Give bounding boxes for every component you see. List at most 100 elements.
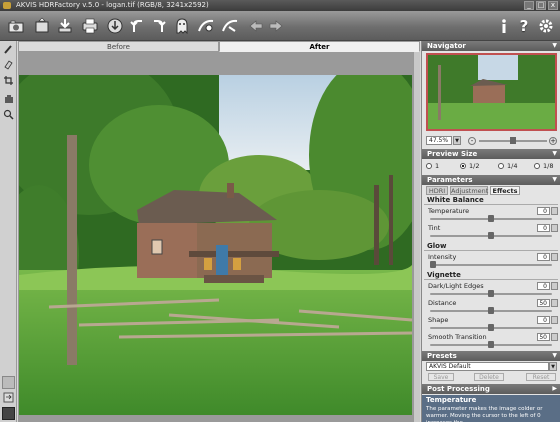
spinner-icon[interactable] <box>551 316 558 324</box>
param-value-field[interactable]: 0 <box>537 224 550 232</box>
spinner-icon[interactable] <box>551 224 558 232</box>
param-value-field[interactable]: 50 <box>537 299 550 307</box>
preview-size-label: 1/4 <box>507 162 518 170</box>
hint-title: Temperature <box>426 396 477 404</box>
collapse-arrow-icon: ▼ <box>552 176 557 183</box>
ghost-icon[interactable] <box>172 16 192 36</box>
process-icon[interactable] <box>220 16 240 36</box>
param-slider[interactable] <box>430 232 552 239</box>
zoom-dropdown-icon[interactable]: ▼ <box>453 136 461 145</box>
vertical-scrollbar[interactable] <box>413 52 420 422</box>
preview-size-header[interactable]: Preview Size ▼ <box>422 149 560 159</box>
foreground-color-icon[interactable] <box>2 407 15 420</box>
export-icon[interactable] <box>105 16 125 36</box>
slider-knob[interactable] <box>488 307 494 314</box>
radio-icon[interactable] <box>498 163 504 169</box>
radio-icon[interactable] <box>534 163 540 169</box>
param-slider[interactable] <box>430 341 552 348</box>
presets-header[interactable]: Presets ▼ <box>422 351 560 361</box>
download-icon[interactable] <box>55 16 75 36</box>
view-tabs: Before After <box>18 41 420 52</box>
slider-knob[interactable] <box>430 261 436 268</box>
zoom-in-icon[interactable]: + <box>549 137 557 145</box>
param-value-field[interactable]: 0 <box>537 253 550 261</box>
zoom-field[interactable]: 47.5% <box>426 136 452 145</box>
navigator-thumbnail[interactable] <box>428 55 555 129</box>
param-slider[interactable] <box>430 307 552 314</box>
spinner-icon[interactable] <box>551 299 558 307</box>
open-icon[interactable] <box>4 16 28 36</box>
settings-icon[interactable] <box>536 16 556 36</box>
spinner-icon[interactable] <box>551 253 558 261</box>
preview-size-option[interactable]: 1/4 <box>498 161 517 171</box>
tab-after[interactable]: After <box>219 41 420 52</box>
preset-delete-button[interactable]: Delete <box>474 373 504 381</box>
param-tab-adjustment[interactable]: Adjustment <box>450 186 488 195</box>
right-panel: Navigator ▼ 47.5% ▼ - + Preview Size ▼ 1 1/… <box>421 41 560 422</box>
preview-size-option[interactable]: 1 <box>426 161 439 171</box>
crop-icon[interactable] <box>2 74 15 87</box>
param-label: Tint <box>428 224 441 232</box>
eraser-icon[interactable] <box>2 58 15 71</box>
post-processing-header[interactable]: Post Processing ▶ <box>422 384 560 394</box>
spinner-icon[interactable] <box>551 207 558 215</box>
radio-icon[interactable] <box>426 163 432 169</box>
brush-icon[interactable] <box>2 43 15 56</box>
hand-icon[interactable] <box>2 92 15 105</box>
param-label: Temperature <box>428 207 470 215</box>
info-icon[interactable] <box>494 16 514 36</box>
swap-icon[interactable] <box>2 391 15 404</box>
title-bar: AKVIS HDRFactory v.5.0 - logan.tif (RGB/… <box>0 0 560 11</box>
spinner-icon[interactable] <box>551 333 558 341</box>
forward-icon[interactable] <box>266 16 286 36</box>
slider-knob[interactable] <box>488 341 494 348</box>
zoom-out-icon[interactable]: - <box>468 137 476 145</box>
slider-knob[interactable] <box>488 290 494 297</box>
radio-icon[interactable] <box>460 163 466 169</box>
maximize-button[interactable]: □ <box>536 1 546 10</box>
param-value-field[interactable]: 0 <box>537 207 550 215</box>
preset-dropdown-icon[interactable]: ▼ <box>549 362 557 371</box>
hdr-icon[interactable] <box>196 16 216 36</box>
redo-icon[interactable] <box>148 16 168 36</box>
param-value-field[interactable]: 0 <box>537 282 550 290</box>
help-icon[interactable]: ? <box>514 16 534 36</box>
save-icon[interactable] <box>32 16 52 36</box>
param-tab-effects[interactable]: Effects <box>490 186 520 195</box>
param-value-field[interactable]: 50 <box>537 333 550 341</box>
minimize-button[interactable]: _ <box>524 1 534 10</box>
param-slider[interactable] <box>430 324 552 331</box>
zoom-slider-knob[interactable] <box>510 137 516 144</box>
preset-select[interactable]: AKVIS Default <box>426 362 549 371</box>
zoom-icon[interactable] <box>2 108 15 121</box>
slider-knob[interactable] <box>488 232 494 239</box>
param-label: Smooth Transition <box>428 333 487 341</box>
slider-knob[interactable] <box>488 324 494 331</box>
zoom-slider[interactable] <box>479 137 547 144</box>
param-slider[interactable] <box>430 261 552 268</box>
parameters-header[interactable]: Parameters ▼ <box>422 175 560 185</box>
spinner-icon[interactable] <box>551 282 558 290</box>
navigator-header[interactable]: Navigator ▼ <box>422 41 560 51</box>
param-slider[interactable] <box>430 215 552 222</box>
close-button[interactable]: x <box>548 1 558 10</box>
param-slider[interactable] <box>430 290 552 297</box>
image-canvas[interactable] <box>19 75 412 415</box>
print-icon[interactable] <box>80 16 100 36</box>
preset-reset-button[interactable]: Reset <box>526 373 556 381</box>
hint-text: The parameter makes the image colder or … <box>426 406 543 422</box>
preview-size-option[interactable]: 1/8 <box>534 161 553 171</box>
param-tab-hdri[interactable]: HDRI <box>426 186 448 195</box>
preview-size-option[interactable]: 1/2 <box>460 161 479 171</box>
hint-panel: Temperature The parameter makes the imag… <box>422 395 560 422</box>
parameter-tabs: HDRI Adjustment Effects <box>426 186 558 195</box>
background-color-icon[interactable] <box>2 376 15 389</box>
param-value-field[interactable]: 0 <box>537 316 550 324</box>
back-icon[interactable] <box>246 16 266 36</box>
preset-save-button[interactable]: Save <box>428 373 454 381</box>
param-label: Intensity <box>428 253 457 261</box>
navigator-frame <box>426 53 557 131</box>
slider-knob[interactable] <box>488 215 494 222</box>
undo-icon[interactable] <box>128 16 148 36</box>
tab-before[interactable]: Before <box>18 41 219 52</box>
